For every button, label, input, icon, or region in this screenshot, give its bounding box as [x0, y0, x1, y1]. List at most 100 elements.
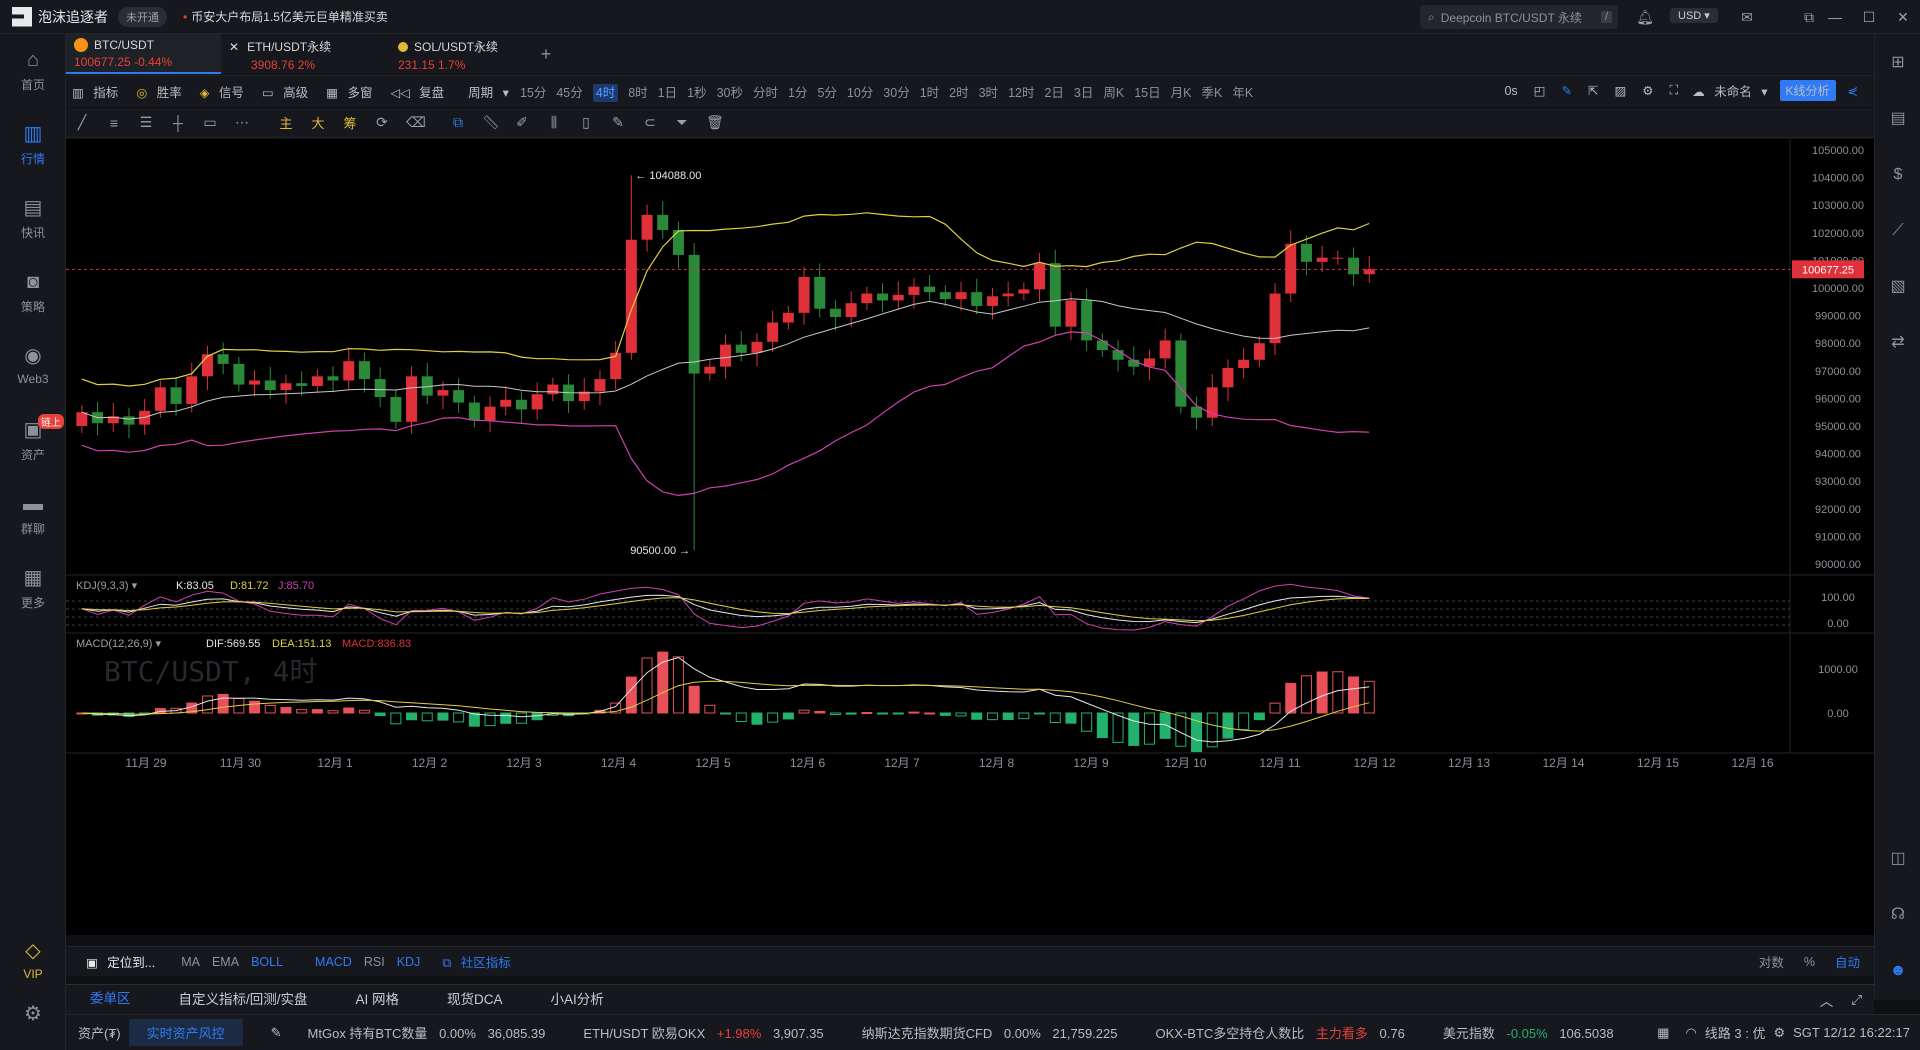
currency-select[interactable]: USD ▾ [1670, 8, 1718, 23]
sidebar-item-assets[interactable]: ▣ 资产 链上 [0, 414, 66, 463]
period-12[interactable]: 1时 [920, 86, 939, 100]
indicator-kdj[interactable]: KDJ [397, 955, 421, 969]
share-icon[interactable]: ⇱ [1588, 83, 1598, 98]
news-ticker[interactable]: • 币安大户布局1.5亿美元巨单精准买卖 [183, 8, 388, 25]
copy-tool-icon[interactable]: ⧉ [450, 114, 466, 131]
settings-icon[interactable]: ⚙ [1642, 83, 1653, 98]
period-8[interactable]: 1分 [788, 86, 807, 100]
period-2[interactable]: 4时 [592, 84, 619, 102]
line-settings-icon[interactable]: ⚙ [1773, 1025, 1785, 1041]
orderbook-icon[interactable]: ⊞ [1887, 52, 1909, 74]
more-tools-icon[interactable]: ⋯ [234, 114, 250, 131]
line-tool-icon[interactable]: ╱ [74, 114, 90, 131]
magnet-icon[interactable]: ⊂ [642, 114, 658, 131]
indicator-button[interactable]: ▥ 指标 [72, 82, 124, 101]
main-force-button[interactable]: 主 [278, 113, 294, 132]
popout-icon[interactable]: ⧉ [1800, 8, 1818, 26]
period-4[interactable]: 1日 [658, 86, 677, 100]
dollar-doc-icon[interactable]: $ [1887, 164, 1909, 186]
percent-scale-button[interactable]: % [1804, 955, 1815, 969]
brush-icon[interactable]: ✐ [514, 114, 530, 131]
expand-panel-icon[interactable]: ⤢ [1851, 992, 1862, 1008]
indicator-macd[interactable]: MACD [315, 955, 352, 969]
rect-tool-icon[interactable]: ▭ [202, 114, 218, 131]
assistant-icon[interactable]: ☻ [1887, 960, 1909, 982]
eraser-line-icon[interactable]: ⌫ [406, 114, 426, 131]
share-network-icon[interactable]: ⋞ [1848, 83, 1858, 98]
tab-sol[interactable]: SOL/USDT永续 231.15 1.7% [376, 34, 531, 74]
log-scale-button[interactable]: 对数 [1759, 952, 1784, 971]
sync-icon[interactable]: ⟳ [374, 114, 390, 131]
ticker-item[interactable]: OKX-BTC多空持仓人数比 主力看多 0.76 [1151, 1023, 1408, 1042]
ticker-item[interactable]: MtGox 持有BTC数量 0.00% 36,085.39 [304, 1023, 550, 1042]
fullscreen-icon[interactable]: ⛶ [1669, 83, 1678, 98]
community-indicator-button[interactable]: ⧉ 社区指标 [442, 952, 516, 971]
big-order-button[interactable]: 大 [310, 113, 326, 132]
kline-analysis-button[interactable]: K线分析 [1779, 80, 1836, 101]
period-7[interactable]: 分时 [753, 86, 778, 100]
period-20[interactable]: 月K [1171, 86, 1192, 100]
auto-scale-button[interactable]: 自动 [1835, 952, 1860, 971]
ticker-item[interactable]: ETH/USDT 欧易OKX +1.98% 3,907.35 [579, 1023, 827, 1042]
tab-btc[interactable]: BTC/USDT 100677.25 -0.44% [66, 34, 221, 74]
note-icon[interactable]: ✎ [610, 114, 626, 131]
ticker-item[interactable]: 纳斯达克指数期货CFD 0.00% 21,759.225 [858, 1023, 1122, 1042]
sidebar-item-news[interactable]: ▤ 快讯 [0, 196, 66, 241]
tab-spot-dca[interactable]: 现货DCA [423, 985, 527, 1015]
bell-icon[interactable]: 🔔︎ [1636, 8, 1654, 26]
maximize-icon[interactable]: ☐ [1860, 8, 1878, 26]
settings-button[interactable]: ⚙ [0, 1002, 66, 1030]
period-15[interactable]: 12时 [1008, 86, 1034, 100]
tab-ai-analysis[interactable]: 小AI分析 [527, 985, 628, 1015]
chart-area[interactable]: 105000.00104000.00103000.00102000.001010… [66, 139, 1874, 935]
period-13[interactable]: 2时 [949, 86, 968, 100]
period-9[interactable]: 5分 [817, 86, 836, 100]
period-16[interactable]: 2日 [1044, 86, 1063, 100]
chips-button[interactable]: 筹 [342, 113, 358, 132]
period-17[interactable]: 3日 [1074, 86, 1093, 100]
tab-orders[interactable]: 委单区 [66, 984, 155, 1016]
indicator-panel-icon[interactable]: ▧ [1887, 276, 1909, 298]
connection-line[interactable]: 线路 3 : 优 [1705, 1023, 1766, 1042]
replay-button[interactable]: ◁◁ 复盘 [390, 82, 450, 101]
ticker-item[interactable]: 美元指数 -0.05% 106.5038 [1439, 1023, 1618, 1042]
trend-icon[interactable]: ⟋ [1887, 220, 1909, 242]
period-0[interactable]: 15分 [520, 86, 546, 100]
calculator-icon[interactable]: ▦ [1657, 1025, 1669, 1041]
indicator-ma[interactable]: MA [181, 955, 200, 969]
sidebar-item-strategy[interactable]: ◙ 策略 [0, 270, 66, 315]
close-tab-icon[interactable]: ✕ [229, 40, 239, 54]
period-select[interactable]: 周期 ▾ [462, 82, 509, 101]
tab-eth[interactable]: ✕ ETH/USDT永续 3908.76 2% [221, 34, 376, 74]
minimize-icon[interactable]: — [1826, 8, 1844, 26]
period-11[interactable]: 30分 [883, 86, 909, 100]
period-3[interactable]: 8时 [628, 86, 647, 100]
camera-icon[interactable]: ◰ [1534, 83, 1546, 98]
sidebar-item-vip[interactable]: ◇ VIP [0, 939, 66, 981]
multiwindow-button[interactable]: ▦ 多窗 [326, 82, 378, 101]
app-logo[interactable]: 泡沫追逐者 [12, 6, 108, 27]
channel-tool-icon[interactable]: ☰ [138, 114, 154, 131]
sidebar-item-web3[interactable]: ◉ Web3 [0, 344, 66, 386]
period-10[interactable]: 10分 [847, 86, 873, 100]
period-14[interactable]: 3时 [979, 86, 998, 100]
signal-button[interactable]: ◈ 信号 [200, 82, 250, 101]
period-6[interactable]: 30秒 [717, 86, 743, 100]
period-21[interactable]: 季K [1201, 86, 1222, 100]
tab-custom-indicators[interactable]: 自定义指标/回测/实盘 [155, 985, 332, 1015]
headset-icon[interactable]: ☊ [1887, 904, 1909, 926]
sidebar-item-more[interactable]: ▦ 更多 [0, 566, 66, 611]
cloud-layout-select[interactable]: ☁ 未命名 ▾ [1692, 81, 1767, 100]
sidebar-item-chat[interactable]: ▬ 群聊 [0, 492, 66, 537]
add-tab-button[interactable]: + [531, 34, 561, 74]
period-22[interactable]: 年K [1232, 86, 1253, 100]
advanced-button[interactable]: ▭ 高级 [262, 82, 314, 101]
candle-tool-icon[interactable]: ⫼ [546, 114, 562, 131]
indicator-rsi[interactable]: RSI [364, 955, 385, 969]
ruler-icon[interactable]: 📏︎ [482, 114, 500, 131]
membership-badge[interactable]: 未开通 [118, 6, 167, 27]
winrate-button[interactable]: ◎ 胜率 [136, 82, 187, 101]
tab-ai-grid[interactable]: AI 网格 [332, 985, 424, 1015]
locate-button[interactable]: ▣ 定位到... [86, 952, 161, 971]
sidebar-item-market[interactable]: ▥ 行情 [0, 122, 66, 167]
